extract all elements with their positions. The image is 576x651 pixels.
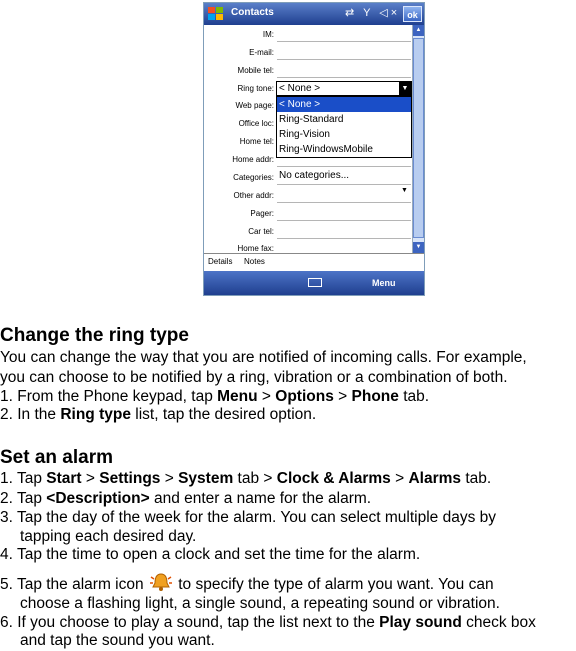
field-label: E-mail: [249, 48, 274, 57]
ring-option[interactable]: Ring-WindowsMobile [277, 142, 411, 157]
field-label: Home addr: [232, 155, 274, 164]
step-item-continued: choose a flashing light, a single sound,… [20, 595, 500, 612]
step-item: 3. Tap the day of the week for the alarm… [0, 509, 497, 526]
keyboard-icon[interactable] [308, 278, 322, 287]
step-item: 6. If you choose to play a sound, tap th… [0, 614, 536, 631]
tab-bar: Details Notes [204, 253, 424, 272]
tab-notes[interactable]: Notes [244, 257, 265, 266]
tab-details[interactable]: Details [208, 257, 232, 266]
step-item-continued: and tap the sound you want. [20, 632, 215, 649]
scroll-up-icon[interactable]: ▲ [413, 25, 424, 36]
field-label: IM: [262, 30, 274, 39]
title-bar: Contacts ⇄ Y ◁× ok [204, 3, 424, 25]
field-label: Home tel: [239, 137, 274, 146]
ring-tone-list[interactable]: < None > Ring-Standard Ring-Vision Ring-… [276, 96, 412, 158]
scrollbar[interactable]: ▲ ▼ [412, 25, 424, 253]
field-label: Office loc: [238, 119, 274, 128]
step-item: 1. Tap Start > Settings > System tab > C… [0, 470, 492, 487]
field-row[interactable]: E-mail: [204, 45, 412, 61]
section-heading: Set an alarm [0, 447, 113, 468]
ring-option[interactable]: Ring-Standard [277, 112, 411, 127]
field-row[interactable]: Other addr: [204, 188, 412, 204]
alarm-bell-icon [149, 573, 172, 591]
scroll-thumb[interactable] [413, 38, 424, 238]
ok-button[interactable]: ok [403, 6, 422, 22]
field-label: Mobile tel: [237, 66, 274, 75]
soft-key-bar: Menu [204, 271, 424, 295]
phone-screenshot: Contacts ⇄ Y ◁× ok IM: E-mail: Mobile te… [203, 2, 425, 296]
contact-form: IM: E-mail: Mobile tel: Ring tone: Web p… [204, 25, 412, 256]
field-row[interactable]: Car tel: [204, 224, 412, 240]
status-icons: ⇄ Y ◁× [345, 7, 401, 19]
windows-start-icon[interactable] [207, 5, 225, 23]
categories-value[interactable]: No categories... [279, 170, 349, 181]
step-item: 1. From the Phone keypad, tap Menu > Opt… [0, 388, 430, 405]
paragraph-line: you can choose to be notified by a ring,… [0, 369, 508, 386]
ring-tone-select[interactable]: < None > ▼ [276, 81, 412, 96]
field-label: Other addr: [233, 191, 274, 200]
field-row[interactable]: Mobile tel: [204, 63, 412, 79]
dropdown-arrow-icon[interactable]: ▼ [399, 82, 411, 95]
field-label: Web page: [235, 101, 274, 110]
field-row[interactable]: Pager: [204, 206, 412, 222]
scroll-down-icon[interactable]: ▼ [413, 242, 424, 253]
field-label: Car tel: [248, 227, 274, 236]
field-label: Ring tone: [237, 84, 274, 93]
ring-option[interactable]: Ring-Vision [277, 127, 411, 142]
ring-tone-value: < None > [279, 83, 321, 94]
field-label: Home fax: [237, 244, 274, 253]
field-row[interactable]: IM: [204, 27, 412, 43]
step-item-continued: tapping each desired day. [20, 528, 197, 545]
ring-option[interactable]: < None > [277, 97, 411, 112]
step-item: 4. Tap the time to open a clock and set … [0, 546, 421, 563]
step-item: 2. Tap <Description> and enter a name fo… [0, 490, 372, 507]
section-heading: Change the ring type [0, 325, 189, 346]
step-item: 5. Tap the alarm icon to specify the typ… [0, 571, 494, 594]
app-title: Contacts [231, 7, 274, 18]
field-label: Categories: [233, 173, 274, 182]
field-label: Pager: [250, 209, 274, 218]
menu-softkey[interactable]: Menu [372, 278, 396, 288]
paragraph-line: You can change the way that you are noti… [0, 349, 527, 366]
step-item: 2. In the Ring type list, tap the desire… [0, 406, 317, 423]
dropdown-arrow-icon[interactable]: ▼ [401, 187, 408, 194]
